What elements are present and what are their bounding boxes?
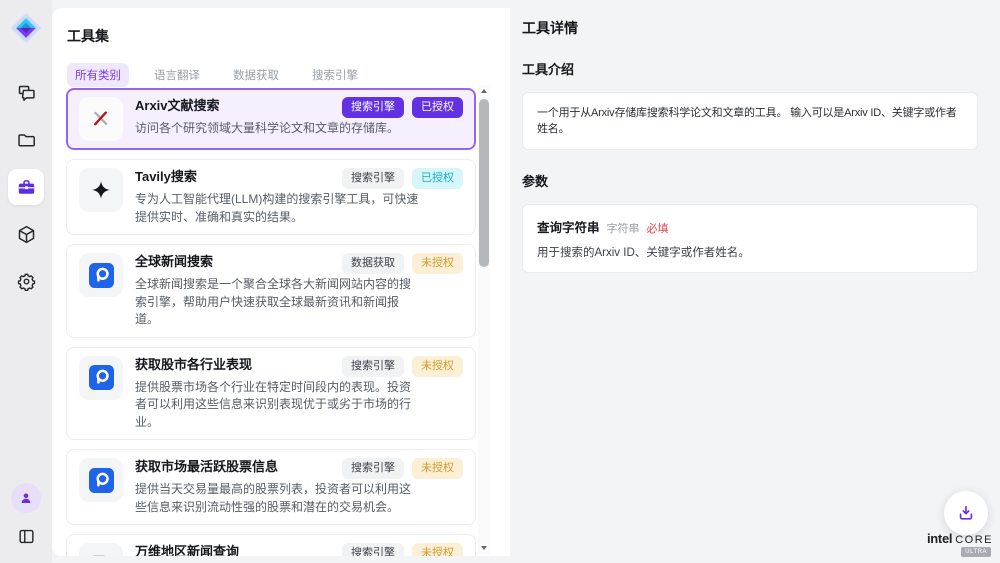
tool-description: 提供股票市场各个行业在特定时间段内的表现。投资者可以利用这些信息来识别表现优于或… <box>135 379 419 432</box>
tool-name: 全球新闻搜索 <box>135 253 213 271</box>
tool-card-stock-sectors[interactable]: 获取股市各行业表现 搜索引擎 未授权 提供股票市场各个行业在特定时间段内的表现。… <box>66 347 476 441</box>
scrollbar-thumb[interactable] <box>479 99 489 267</box>
core-wordmark: core <box>955 534 993 546</box>
arxiv-x-icon <box>79 97 123 141</box>
rail-nav <box>8 75 44 299</box>
tool-description: 全球新闻搜索是一个聚合全球各大新闻网站内容的搜索引擎，帮助用户快速获取全球最新资… <box>135 276 419 329</box>
tool-card-global-news[interactable]: 全球新闻搜索 数据获取 未授权 全球新闻搜索是一个聚合全球各大新闻网站内容的搜索… <box>66 244 476 338</box>
tab-data-fetch[interactable]: 数据获取 <box>225 63 287 87</box>
sidebar-item-settings[interactable] <box>8 263 44 299</box>
sidebar-item-tools[interactable] <box>8 169 44 205</box>
user-icon <box>18 490 34 506</box>
auth-status-badge: 未授权 <box>412 356 463 377</box>
category-badge: 搜索引擎 <box>342 356 404 377</box>
tool-name: 获取市场最活跃股票信息 <box>135 458 278 476</box>
sidebar-item-files[interactable] <box>8 122 44 158</box>
layout-panel-icon <box>17 527 36 546</box>
category-badge: 搜索引擎 <box>342 543 404 556</box>
param-card: 查询字符串 字符串 必填 用于搜索的Arxiv ID、关键字或作者姓名。 <box>522 204 978 273</box>
intro-text: 一个用于从Arxiv存储库搜索科学论文和文章的工具。 输入可以是Arxiv ID… <box>537 105 963 137</box>
intel-core-branding: intel core ULTRA <box>927 531 993 557</box>
scroll-down-arrow-icon[interactable] <box>478 542 490 554</box>
toolbox-icon <box>16 177 37 198</box>
category-badge: 搜索引擎 <box>342 168 404 189</box>
chat-icon <box>16 83 37 104</box>
ultra-badge: ULTRA <box>961 547 991 557</box>
tool-description: 访问各个研究领域大量科学论文和文章的存储库。 <box>135 120 419 138</box>
sidebar-item-packages[interactable] <box>8 216 44 252</box>
sidebar-rail <box>0 0 52 563</box>
category-badge: 搜索引擎 <box>342 97 404 118</box>
intro-card: 一个用于从Arxiv存储库搜索科学论文和文章的工具。 输入可以是Arxiv ID… <box>522 92 978 150</box>
tavily-star-icon <box>79 168 123 212</box>
tool-description: 专为人工智能代理(LLM)构建的搜索引擎工具，可快速提供实时、准确和真实的结果。 <box>135 191 419 226</box>
auth-status-badge: 未授权 <box>412 458 463 479</box>
tool-card-list: Arxiv文献搜索 搜索引擎 已授权 访问各个研究领域大量科学论文和文章的存储库… <box>66 88 476 556</box>
diamond-logo-icon <box>9 11 43 45</box>
gear-icon <box>16 271 37 292</box>
app-logo[interactable] <box>7 9 45 47</box>
tool-name: Tavily搜索 <box>135 168 197 186</box>
list-scrollbar[interactable] <box>478 85 490 554</box>
tool-card-arxiv[interactable]: Arxiv文献搜索 搜索引擎 已授权 访问各个研究领域大量科学论文和文章的存储库… <box>66 88 476 150</box>
intel-wordmark: intel <box>927 531 952 546</box>
auth-status-badge: 未授权 <box>412 253 463 274</box>
blue-magnifier-icon <box>79 458 123 502</box>
cube-icon <box>16 224 37 245</box>
user-avatar[interactable] <box>11 483 41 513</box>
tool-card-active-stocks[interactable]: 获取市场最活跃股票信息 搜索引擎 未授权 提供当天交易量最高的股票列表，投资者可… <box>66 449 476 525</box>
category-badge: 数据获取 <box>342 253 404 274</box>
tool-name: 万维地区新闻查询 <box>135 543 239 556</box>
sidebar-item-chat[interactable] <box>8 75 44 111</box>
intro-section-title: 工具介绍 <box>522 59 978 78</box>
auth-status-badge: 未授权 <box>412 543 463 556</box>
scroll-up-arrow-icon[interactable] <box>478 85 490 97</box>
tool-card-regional-news[interactable]: 万维地区新闻查询 搜索引擎 未授权 查询具体行政区划内的新闻，快速了解各地新闻动 <box>66 534 476 556</box>
download-icon <box>956 503 976 523</box>
category-tabs: 所有类别 语言翻译 数据获取 搜索引擎 <box>67 63 510 87</box>
download-button[interactable] <box>944 491 988 535</box>
tool-name: Arxiv文献搜索 <box>135 97 220 115</box>
tab-all-categories[interactable]: 所有类别 <box>67 63 129 87</box>
category-badge: 搜索引擎 <box>342 458 404 479</box>
tool-card-tavily[interactable]: Tavily搜索 搜索引擎 已授权 专为人工智能代理(LLM)构建的搜索引擎工具… <box>66 159 476 235</box>
param-type: 字符串 <box>607 220 640 236</box>
page-title: 工具集 <box>67 26 510 46</box>
tool-list-panel: 工具集 所有类别 语言翻译 数据获取 搜索引擎 Arxiv文献搜索 搜索引擎 已… <box>52 8 510 556</box>
tool-description: 提供当天交易量最高的股票列表，投资者可以利用这些信息来识别流动性强的股票和潜在的… <box>135 481 419 516</box>
param-description: 用于搜索的Arxiv ID、关键字或作者姓名。 <box>537 244 963 260</box>
blue-magnifier-icon <box>79 356 123 400</box>
param-required-flag: 必填 <box>647 220 669 236</box>
auth-status-badge: 已授权 <box>412 97 463 118</box>
tool-detail-panel: 工具详情 工具介绍 一个用于从Arxiv存储库搜索科学论文和文章的工具。 输入可… <box>510 0 1000 563</box>
params-section-title: 参数 <box>522 171 978 190</box>
rail-bottom <box>11 483 41 563</box>
blue-magnifier-icon <box>79 253 123 297</box>
param-name: 查询字符串 <box>537 217 600 236</box>
tab-search-engine[interactable]: 搜索引擎 <box>304 63 366 87</box>
tab-translation[interactable]: 语言翻译 <box>146 63 208 87</box>
folder-icon <box>16 130 37 151</box>
tool-name: 获取股市各行业表现 <box>135 356 252 374</box>
toggle-panel-button[interactable] <box>11 521 41 551</box>
detail-title: 工具详情 <box>522 18 978 38</box>
newspaper-icon <box>79 543 123 556</box>
auth-status-badge: 已授权 <box>412 168 463 189</box>
